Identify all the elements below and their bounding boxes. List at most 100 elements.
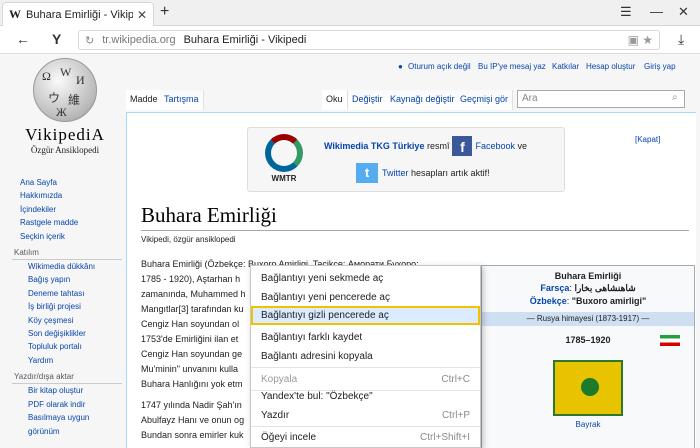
sidebar-item-portal[interactable]: Topluluk portalı [12, 340, 122, 353]
infobox: Buhara Emirliği Farsça: شاهنشاهی بخارا Ö… [481, 265, 695, 448]
infobox-years: 1785–1920 [482, 332, 694, 348]
new-tab-icon[interactable]: + [160, 3, 169, 21]
article-line: Mangıtlar[3] tarafından ku [141, 304, 244, 314]
twitter-link[interactable]: Twitter [382, 168, 409, 178]
address-bar: ← Y ↻ tr.wikipedia.org Buhara Emirliği -… [0, 26, 700, 54]
infobox-title: Buhara Emirliği [554, 271, 622, 281]
search-input[interactable]: Ara [517, 90, 685, 108]
menu-item-save-link[interactable]: Bağlantıyı farklı kaydet [251, 328, 480, 347]
search-icon[interactable]: ⌕ [668, 90, 686, 108]
sidebar: Ana Sayfa Hakkımızda İçindekiler Rastgel… [12, 176, 122, 438]
tab-history[interactable]: Geçmişi gör [456, 90, 514, 110]
wmtr-logo-icon [265, 134, 303, 172]
url-page-title: Buhara Emirliği - Vikipedi [183, 34, 307, 46]
sidebar-item-main[interactable]: Ana Sayfa [12, 176, 122, 189]
logo-subtitle: Özgür Ansiklopedi [30, 145, 100, 155]
article-line: Cengiz Han soyundan ol [141, 319, 240, 329]
back-arrow-icon[interactable]: ← [16, 31, 30, 47]
sidebar-item-recent-changes[interactable]: Son değişiklikler [12, 327, 122, 340]
browser-tab-bar: W Buhara Emirliği - Vikipedi ✕ + ☰ — ✕ [0, 0, 700, 26]
sidebar-item-sandbox[interactable]: Deneme tahtası [12, 287, 122, 300]
bukhara-flag-image[interactable] [553, 360, 623, 416]
article-line: 1747 yılında Nadir Şah'ın [141, 400, 242, 410]
banner-org-link[interactable]: Wikimedia TKG Türkiye [324, 141, 424, 151]
article-line: Bundan sonra emirler kuk [141, 430, 244, 440]
menu-item-copy-link[interactable]: Bağlantı adresini kopyala [251, 347, 480, 366]
close-banner-link[interactable]: [Kapat] [635, 135, 660, 144]
sidebar-item-help[interactable]: Yardım [12, 354, 122, 367]
facebook-icon[interactable]: f [452, 136, 473, 156]
logo-wordmark: VikipediA [25, 125, 105, 144]
iran-flag-icon[interactable] [660, 335, 680, 346]
flag-caption[interactable]: Bayrak [482, 420, 694, 429]
sidebar-item-printable-cont[interactable]: görünüm [12, 425, 122, 438]
contribs-link[interactable]: Katkılar [552, 62, 579, 71]
twitter-icon[interactable]: t [356, 163, 378, 183]
article-line: Abulfayz Hanı ve onun og [141, 415, 245, 425]
tab-title: Buhara Emirliği - Vikipedi [26, 8, 133, 21]
menu-item-print[interactable]: Yazdır Ctrl+P [251, 406, 480, 425]
tab-article[interactable]: Madde [126, 90, 163, 110]
infobox-protectorate-bar: — Rusya himayesi (1873-1917) — [482, 312, 694, 326]
tab-edit[interactable]: Değiştir [348, 90, 388, 110]
sidebar-item-featured[interactable]: Seçkin içerik [12, 230, 122, 243]
talk-link[interactable]: Bu IP'ye mesaj yaz [478, 62, 546, 71]
globe-icon: ΩW Иウ 維Ж [33, 58, 97, 122]
sidebar-item-project[interactable]: İş birliği projesi [12, 300, 122, 313]
infobox-farsca: Farsça: شاهنشاهی بخارا [540, 283, 636, 293]
tab-read[interactable]: Oku [322, 90, 348, 110]
sidebar-heading-print: Yazdır/dışa aktar [12, 370, 122, 385]
sidebar-item-about[interactable]: Hakkımızda [12, 189, 122, 202]
menu-item-open-new-tab[interactable]: Bağlantıyı yeni sekmede aç [251, 269, 480, 288]
wikipedia-favicon-icon: W [9, 7, 21, 21]
context-menu: Bağlantıyı yeni sekmede aç Bağlantıyı ye… [250, 265, 481, 448]
create-account-link[interactable]: Hesap oluştur [586, 62, 635, 71]
minimize-icon[interactable]: — [650, 4, 663, 19]
menu-separator [251, 426, 480, 427]
sidebar-item-create-book[interactable]: Bir kitap oluştur [12, 384, 122, 397]
url-field[interactable]: ↻ tr.wikipedia.org Buhara Emirliği - Vik… [78, 30, 660, 50]
sidebar-item-printable[interactable]: Basılmaya uygun [12, 411, 122, 424]
article-line: Cengiz Han soyundan ge [141, 349, 243, 359]
article-line: 1753'de Emirliğini ilan et [141, 334, 239, 344]
login-link[interactable]: Giriş yap [644, 62, 676, 71]
article-line: Buhara Hanlığını yok etm [141, 379, 243, 389]
sidebar-item-shop[interactable]: Wikimedia dükkânı [12, 260, 122, 273]
user-icon: ● [398, 62, 403, 71]
wikipedia-logo[interactable]: ΩW Иウ 維Ж VikipediA Özgür Ansiklopedi [20, 58, 110, 155]
article-line: 1785 - 1920), Aştarhan h [141, 274, 241, 284]
wmtr-banner: WMTR Wikimedia TKG Türkiye resmî f Faceb… [247, 127, 565, 192]
menu-item-open-new-window[interactable]: Bağlantıyı yeni pencerede aç [251, 288, 480, 307]
menu-icon[interactable]: ☰ [620, 4, 632, 20]
sidebar-item-donate[interactable]: Bağış yapın [12, 273, 122, 286]
banner-line-1: Wikimedia TKG Türkiye resmî f Facebook v… [324, 136, 527, 156]
reload-icon[interactable]: ↻ [85, 34, 94, 47]
page-tagline: Vikipedi, özgür ansiklopedi [141, 235, 236, 244]
sidebar-item-random[interactable]: Rastgele madde [12, 216, 122, 229]
sidebar-item-contents[interactable]: İçindekiler [12, 203, 122, 216]
sidebar-item-village-pump[interactable]: Köy çeşmesi [12, 314, 122, 327]
menu-item-open-incognito[interactable]: Bağlantıyı gizli pencerede aç [251, 306, 480, 325]
menu-separator [251, 367, 480, 368]
infobox-ozbek: Özbekçe: "Buxoro amirligi" [529, 296, 647, 306]
close-window-icon[interactable]: ✕ [678, 4, 689, 20]
tab-talk[interactable]: Tartışma [160, 90, 204, 110]
page-title: Buhara Emirliği [141, 203, 689, 231]
menu-item-yandex-search[interactable]: Yandex'te bul: "Özbekçe" [251, 387, 480, 406]
article-line: zamanında, Muhammed h [141, 289, 246, 299]
not-logged-in-text: Oturum açık değil [408, 62, 471, 71]
wmtr-logo: WMTR [258, 134, 310, 183]
menu-item-inspect[interactable]: Öğeyi incele Ctrl+Shift+I [251, 428, 480, 447]
sidebar-heading-katilim: Katılım [12, 246, 122, 261]
tab-edit-source[interactable]: Kaynağı değiştir [386, 90, 460, 110]
browser-tab[interactable]: W Buhara Emirliği - Vikipedi ✕ [2, 2, 154, 26]
banner-line-2: t Twitter hesapları artık aktif! [356, 163, 490, 183]
url-domain: tr.wikipedia.org [102, 34, 176, 46]
download-icon[interactable]: ⤓ [678, 31, 684, 48]
article-line: Mu'minin" unvanını kulla [141, 364, 238, 374]
close-tab-icon[interactable]: ✕ [137, 8, 147, 22]
yandex-icon[interactable]: Y [52, 31, 61, 47]
sidebar-item-pdf[interactable]: PDF olarak indir [12, 398, 122, 411]
facebook-link[interactable]: Facebook [475, 141, 515, 151]
bookmark-star-icon[interactable]: ▣ ★ [628, 33, 653, 47]
